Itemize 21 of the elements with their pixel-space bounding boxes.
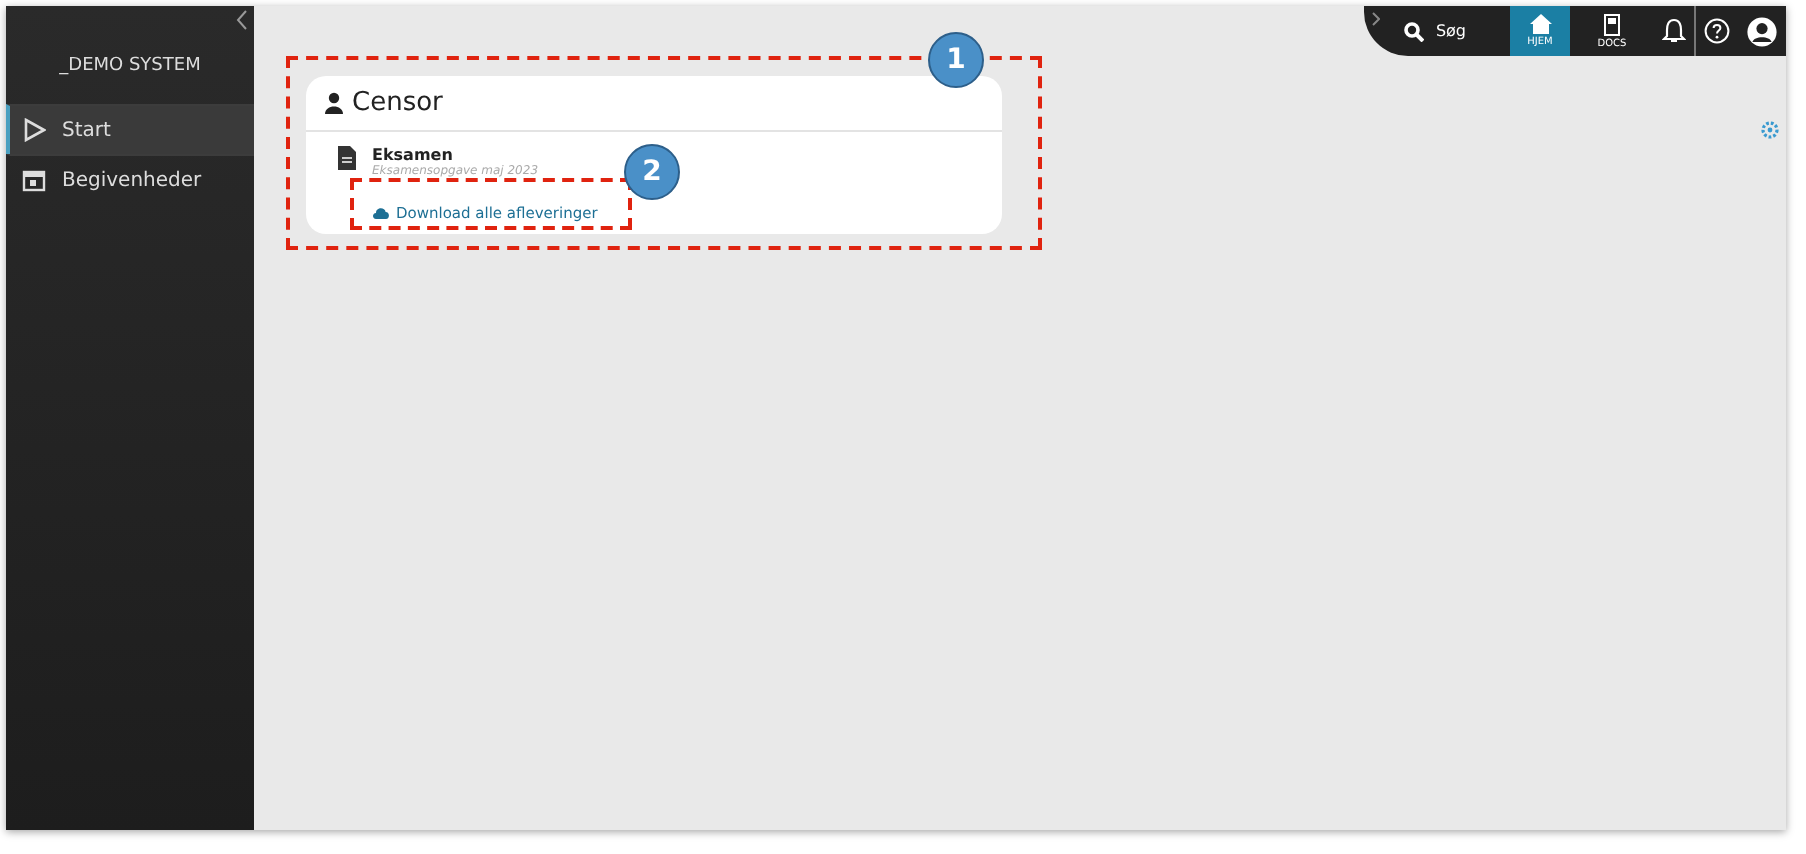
document-icon (1604, 13, 1620, 35)
search-icon (1403, 21, 1424, 41)
search-button[interactable]: Søg (1379, 6, 1510, 56)
system-title: _DEMO SYSTEM (57, 56, 203, 76)
person-icon (324, 92, 344, 114)
annotation-marker: 2 (624, 144, 680, 200)
home-icon (1529, 14, 1551, 34)
card-title: Censor (352, 88, 443, 118)
sidebar-item[interactable]: Start (6, 104, 254, 154)
annotation-marker: 1 (928, 32, 984, 88)
play-icon (22, 118, 46, 142)
expand-icon[interactable] (1371, 12, 1380, 26)
bell-icon[interactable] (1662, 18, 1686, 44)
cloud-icon (372, 206, 390, 220)
document-icon (338, 146, 356, 170)
settings-icon[interactable] (1760, 120, 1780, 140)
user-icon[interactable] (1746, 15, 1778, 47)
collapse-icon[interactable] (236, 10, 248, 30)
calendar-icon (22, 168, 46, 192)
exam-title: Eksamen (372, 146, 455, 164)
help-icon[interactable] (1704, 18, 1730, 44)
